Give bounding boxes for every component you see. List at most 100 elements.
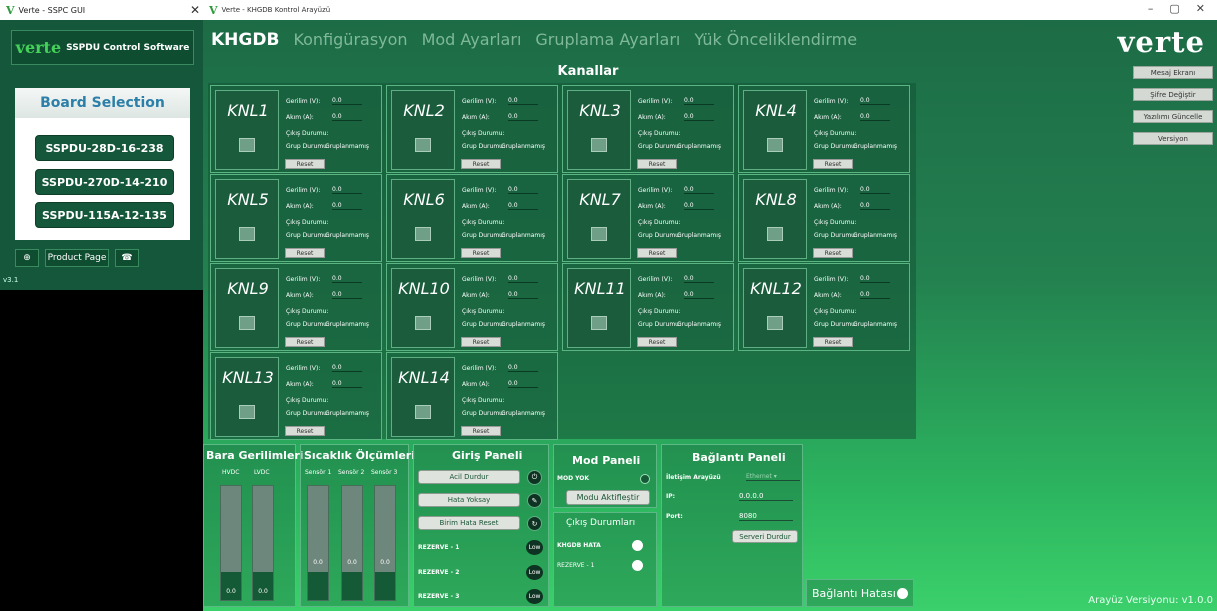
unit-error-reset-button[interactable]: Birim Hata Reset bbox=[418, 516, 520, 530]
output-label: Çıkış Durumu: bbox=[638, 308, 681, 315]
interface-label: İletişim Arayüzü bbox=[666, 474, 721, 481]
channel-name-box: KNL8 bbox=[743, 179, 807, 259]
voltage-label: Gerilim (V): bbox=[638, 98, 673, 105]
channel-card: KNL3 Gerilim (V): 0.0 Akım (A): 0.0 Çıkış Dur… bbox=[562, 85, 734, 173]
port-input[interactable]: 8080 bbox=[739, 512, 793, 521]
voltage-value: 0.0 bbox=[332, 97, 362, 105]
activate-mode-button[interactable]: Modu Aktifleştir bbox=[566, 490, 650, 505]
output-label: Çıkış Durumu: bbox=[462, 397, 505, 404]
reset-button[interactable]: Reset bbox=[813, 159, 853, 169]
maximize-icon[interactable]: ▢ bbox=[1169, 2, 1179, 15]
board-button-115a[interactable]: SSPDU-115A-12-135 bbox=[35, 202, 174, 228]
reset-button[interactable]: Reset bbox=[461, 426, 501, 436]
ip-input[interactable]: 0.0.0.0 bbox=[739, 492, 793, 501]
voltage-value: 0.0 bbox=[684, 275, 714, 283]
ignore-icon[interactable]: ✎ bbox=[527, 493, 542, 508]
tab-mod-ayarlari[interactable]: Mod Ayarları bbox=[422, 30, 522, 49]
group-value: Gruplanmamış bbox=[501, 143, 546, 150]
globe-icon[interactable]: ⊕ bbox=[15, 249, 39, 267]
interface-dropdown[interactable]: Ethernet ▾ bbox=[746, 473, 800, 481]
channel-image-icon bbox=[239, 405, 255, 419]
channel-image-icon bbox=[591, 227, 607, 241]
voltage-value: 0.0 bbox=[860, 186, 890, 194]
stop-server-button[interactable]: Serveri Durdur bbox=[732, 530, 798, 543]
channel-image-icon bbox=[591, 316, 607, 330]
refresh-icon[interactable]: ↻ bbox=[527, 516, 542, 531]
output-reserve-1-indicator bbox=[632, 560, 643, 571]
close-icon[interactable]: ✕ bbox=[1196, 2, 1205, 15]
group-label: Grup Durumu: bbox=[814, 321, 857, 328]
emergency-stop-button[interactable]: Acil Durdur bbox=[418, 470, 520, 484]
board-selection-panel: Board Selection SSPDU-28D-16-238 SSPDU-2… bbox=[15, 88, 190, 240]
group-label: Grup Durumu: bbox=[638, 143, 681, 150]
board-button-270d[interactable]: SSPDU-270D-14-210 bbox=[35, 169, 174, 195]
group-label: Grup Durumu: bbox=[286, 410, 329, 417]
reserve-2-label: REZERVE - 2 bbox=[418, 569, 460, 576]
current-label: Akım (A): bbox=[814, 292, 842, 299]
right-title-bar: V Verte - KHGDB Kontrol Arayüzü – ▢ ✕ bbox=[203, 0, 1217, 20]
output-label: Çıkış Durumu: bbox=[814, 219, 857, 226]
tab-gruplama-ayarlari[interactable]: Gruplama Ayarları bbox=[535, 30, 680, 49]
output-label: Çıkış Durumu: bbox=[638, 219, 681, 226]
channel-card: KNL13 Gerilim (V): 0.0 Akım (A): 0.0 Çıkış Du… bbox=[210, 352, 382, 440]
reset-button[interactable]: Reset bbox=[461, 337, 501, 347]
board-button-28d[interactable]: SSPDU-28D-16-238 bbox=[35, 135, 174, 161]
minimize-icon[interactable]: – bbox=[1148, 2, 1154, 15]
ip-label: IP: bbox=[666, 493, 676, 500]
voltage-value: 0.0 bbox=[508, 186, 538, 194]
reset-button[interactable]: Reset bbox=[637, 248, 677, 258]
voltage-label: Gerilim (V): bbox=[638, 187, 673, 194]
group-label: Grup Durumu: bbox=[462, 410, 505, 417]
change-password-button[interactable]: Şifre Değiştir bbox=[1133, 88, 1213, 101]
reset-button[interactable]: Reset bbox=[285, 337, 325, 347]
current-label: Akım (A): bbox=[286, 203, 314, 210]
channel-card: KNL5 Gerilim (V): 0.0 Akım (A): 0.0 Çıkış Dur… bbox=[210, 174, 382, 262]
group-value: Gruplanmamış bbox=[501, 321, 546, 328]
reset-button[interactable]: Reset bbox=[637, 337, 677, 347]
group-label: Grup Durumu: bbox=[286, 321, 329, 328]
tab-yuk-onceliklendirme[interactable]: Yük Önceliklendirme bbox=[694, 30, 857, 49]
channel-name-box: KNL14 bbox=[391, 357, 455, 437]
voltage-label: Gerilim (V): bbox=[286, 365, 321, 372]
reset-button[interactable]: Reset bbox=[461, 159, 501, 169]
group-label: Grup Durumu: bbox=[638, 321, 681, 328]
message-screen-button[interactable]: Mesaj Ekranı bbox=[1133, 66, 1213, 79]
voltage-value: 0.0 bbox=[508, 364, 538, 372]
tab-khgdb[interactable]: KHGDB bbox=[211, 30, 279, 50]
mod-panel: Mod Paneli MOD YOK Modu Aktifleştir bbox=[553, 444, 657, 508]
update-software-button[interactable]: Yazılımı Güncelle bbox=[1133, 110, 1213, 123]
output-label: Çıkış Durumu: bbox=[814, 308, 857, 315]
bara-bar-lvdc: 0.0 bbox=[252, 485, 274, 601]
reset-button[interactable]: Reset bbox=[637, 159, 677, 169]
current-value: 0.0 bbox=[508, 202, 538, 210]
channel-name-box: KNL12 bbox=[743, 268, 807, 348]
ignore-error-button[interactable]: Hata Yoksay bbox=[418, 493, 520, 507]
power-icon[interactable]: ⏻ bbox=[527, 470, 542, 485]
version-button[interactable]: Versiyon bbox=[1133, 132, 1213, 145]
channel-name-box: KNL13 bbox=[215, 357, 279, 437]
reset-button[interactable]: Reset bbox=[461, 248, 501, 258]
tab-konfigurasyon[interactable]: Konfigürasyon bbox=[293, 30, 407, 49]
reset-button[interactable]: Reset bbox=[285, 159, 325, 169]
reset-button[interactable]: Reset bbox=[813, 248, 853, 258]
current-label: Akım (A): bbox=[462, 381, 490, 388]
channel-name: KNL10 bbox=[398, 279, 450, 298]
left-footer: ⊕ Product Page ☎ bbox=[15, 249, 139, 267]
reset-button[interactable]: Reset bbox=[285, 426, 325, 436]
phone-icon[interactable]: ☎ bbox=[115, 249, 139, 267]
channel-card: KNL11 Gerilim (V): 0.0 Akım (A): 0.0 Çıkış Du… bbox=[562, 263, 734, 351]
output-label: Çıkış Durumu: bbox=[462, 308, 505, 315]
left-window-title: Verte - SSPC GUI bbox=[18, 5, 86, 15]
giris-title: Giriş Paneli bbox=[452, 449, 523, 462]
product-page-button[interactable]: Product Page bbox=[45, 249, 109, 267]
reset-button[interactable]: Reset bbox=[285, 248, 325, 258]
group-label: Grup Durumu: bbox=[462, 143, 505, 150]
reset-button[interactable]: Reset bbox=[813, 337, 853, 347]
output-label: Çıkış Durumu: bbox=[286, 219, 329, 226]
voltage-label: Gerilim (V): bbox=[462, 365, 497, 372]
voltage-label: Gerilim (V): bbox=[286, 187, 321, 194]
connection-error-indicator bbox=[897, 588, 908, 599]
board-selection-title: Board Selection bbox=[15, 88, 190, 118]
close-icon[interactable]: ✕ bbox=[190, 3, 200, 17]
mod-title: Mod Paneli bbox=[572, 454, 641, 467]
